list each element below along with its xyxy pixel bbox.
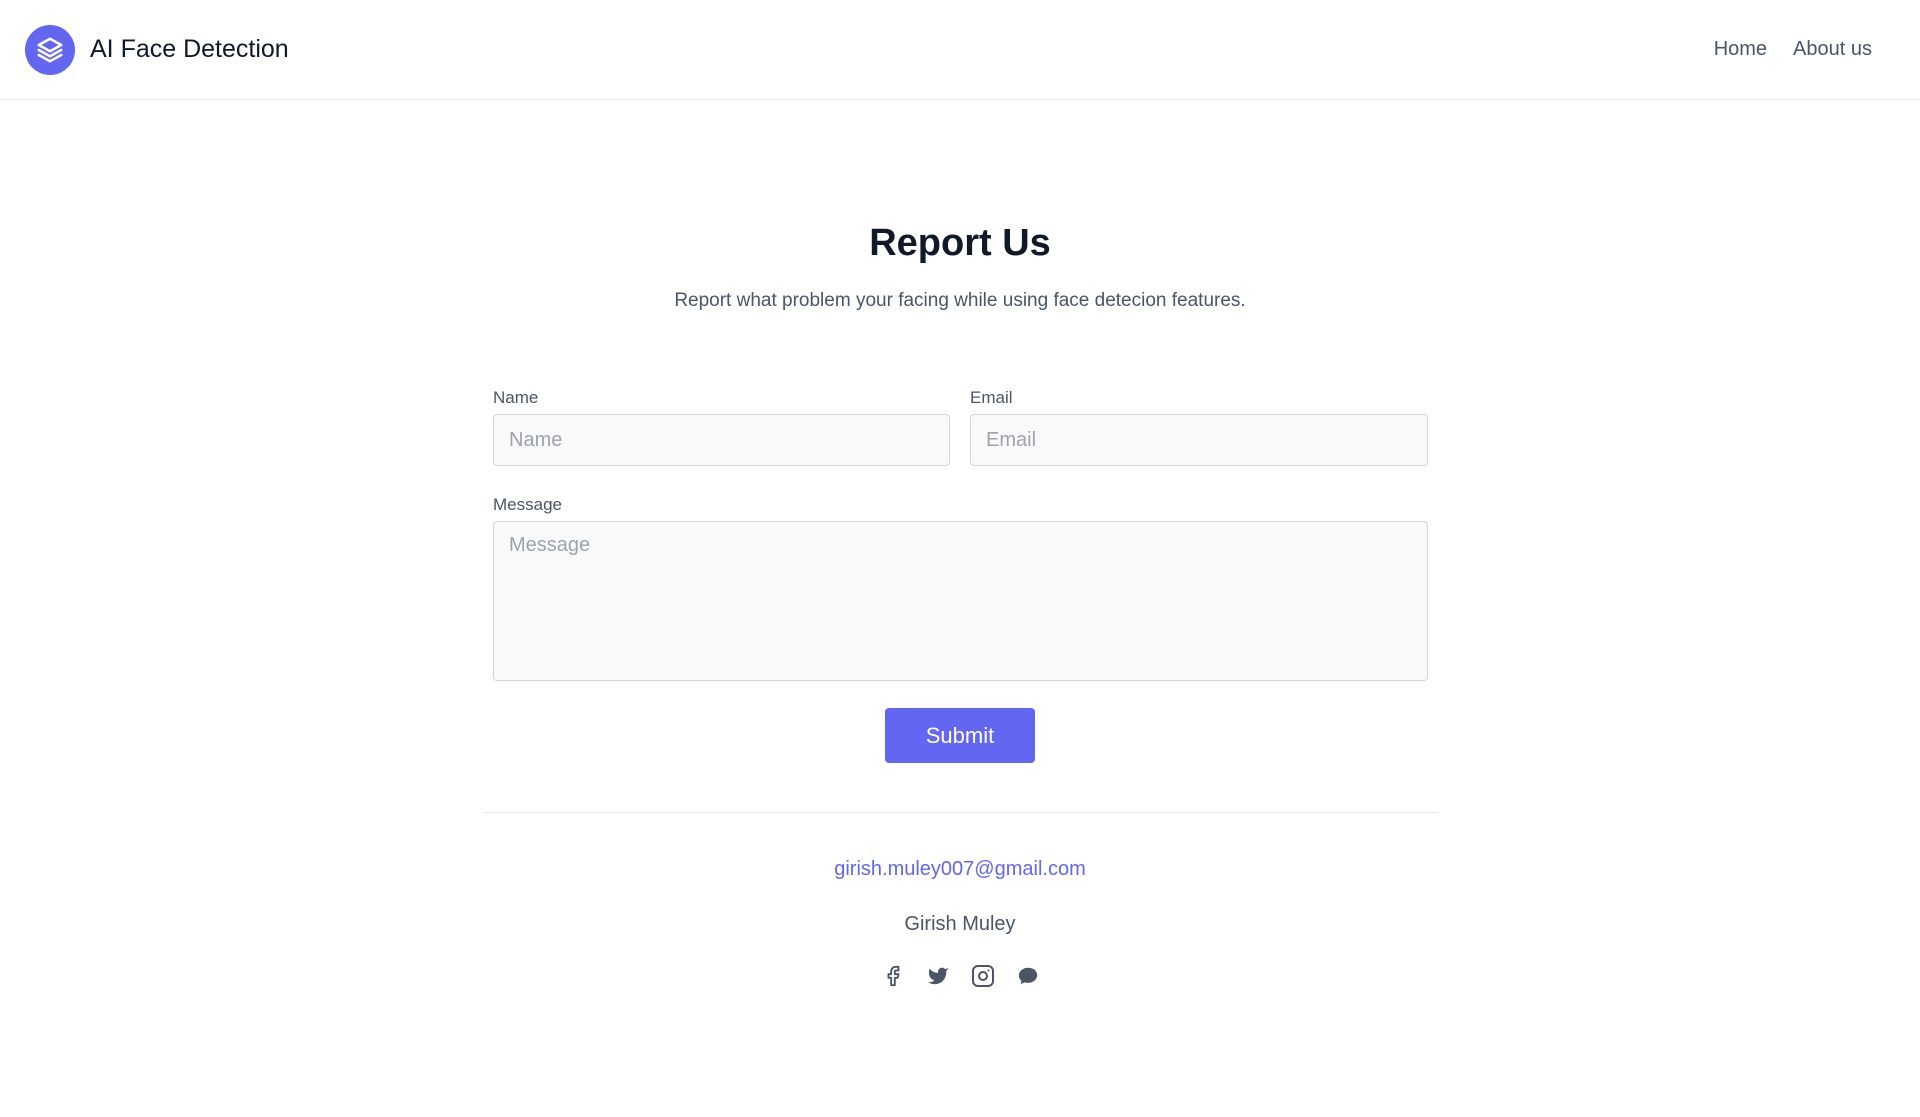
- contact-email-link[interactable]: girish.muley007@gmail.com: [0, 858, 1920, 881]
- nav-home-link[interactable]: Home: [1714, 38, 1767, 61]
- footer-divider: [483, 812, 1438, 813]
- page-title: Report Us: [869, 222, 1051, 264]
- main-nav: Home About us: [1714, 38, 1872, 61]
- top-navbar: AI Face Detection Home About us: [0, 0, 1920, 100]
- message-label: Message: [493, 495, 562, 514]
- name-input[interactable]: [493, 414, 950, 466]
- stack-layers-icon: [25, 24, 75, 75]
- instagram-icon[interactable]: [971, 964, 995, 988]
- page-subtitle: Report what problem your facing while us…: [674, 290, 1246, 311]
- social-links: [0, 964, 1920, 988]
- name-label: Name: [493, 388, 539, 407]
- author-name: Girish Muley: [904, 913, 1016, 935]
- message-textarea[interactable]: [493, 521, 1428, 681]
- twitter-icon[interactable]: [926, 964, 950, 988]
- email-input[interactable]: [970, 414, 1428, 466]
- nav-about-link[interactable]: About us: [1793, 38, 1872, 61]
- facebook-icon[interactable]: [881, 964, 905, 988]
- email-label: Email: [970, 388, 1013, 407]
- chat-icon[interactable]: [1016, 964, 1040, 988]
- submit-button[interactable]: Submit: [885, 708, 1035, 763]
- brand-link[interactable]: AI Face Detection: [25, 24, 289, 75]
- brand-name: AI Face Detection: [90, 35, 289, 63]
